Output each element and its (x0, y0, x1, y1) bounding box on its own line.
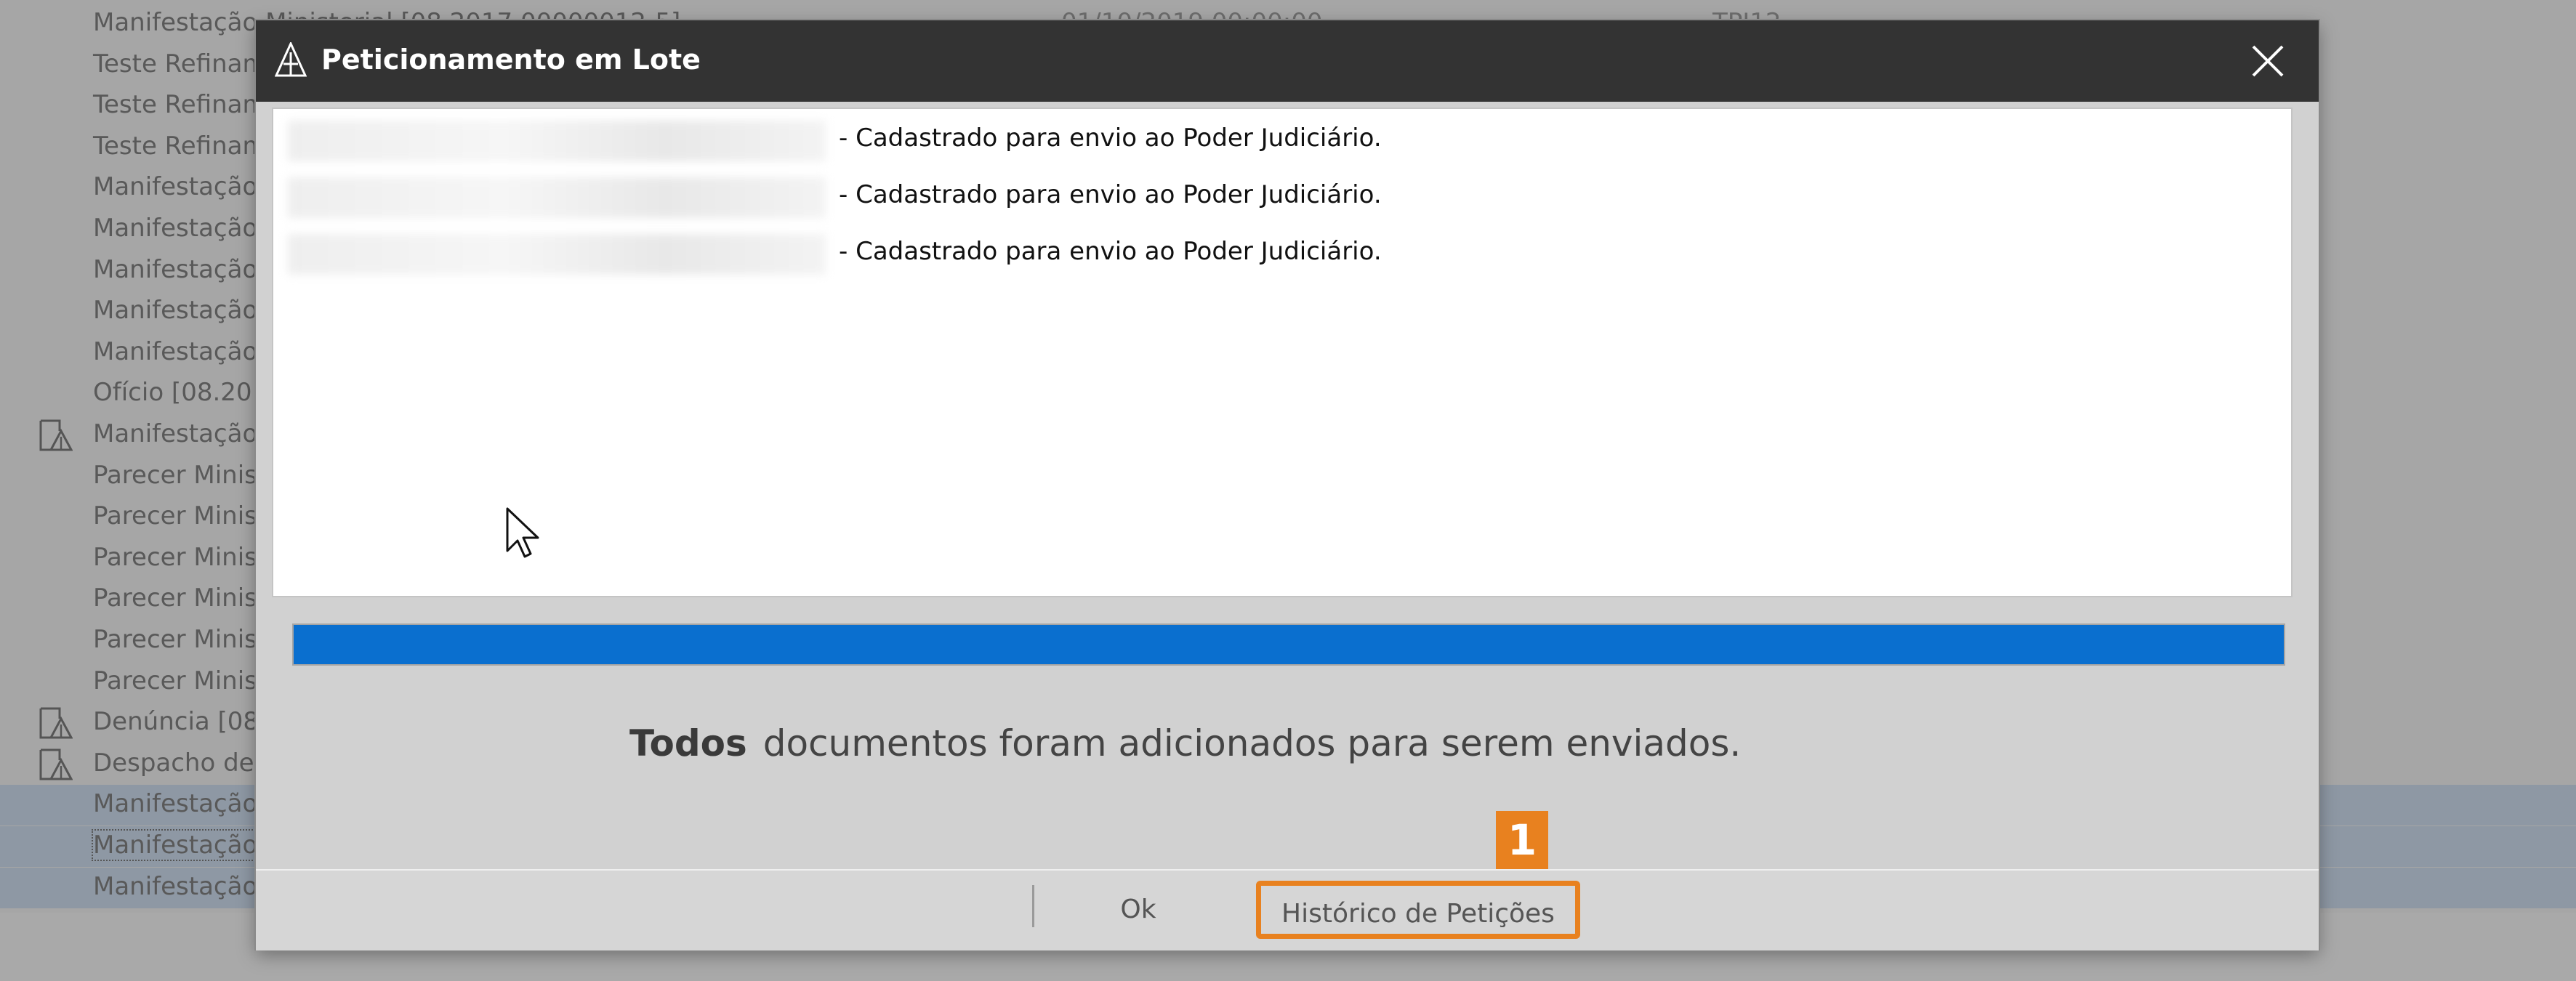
status-message-emphasis: Todos (629, 722, 747, 764)
background-list-row-text: Manifestação (93, 296, 258, 325)
log-line-text: - Cadastrado para envio ao Poder Judiciá… (839, 124, 1382, 153)
log-line: - Cadastrado para envio ao Poder Judiciá… (273, 228, 2291, 275)
background-list-row-text: Parecer Minis (93, 625, 257, 654)
background-list-row-text: Manifestação (91, 829, 259, 861)
mouse-pointer-icon (506, 507, 539, 558)
redacted-process-number (288, 177, 826, 218)
background-list-row-text: Despacho de (93, 748, 254, 778)
log-line: - Cadastrado para envio ao Poder Judiciá… (273, 171, 2291, 218)
background-list-row-text: Ofício [08.20 (93, 378, 252, 407)
progress-bar (292, 623, 2285, 666)
log-line-text: - Cadastrado para envio ao Poder Judiciá… (839, 180, 1382, 209)
dialog-button-bar: Ok Histórico de Petições (256, 869, 2319, 950)
dialog-titlebar: Peticionamento em Lote (256, 20, 2319, 102)
background-list-row-text: Denúncia [08 (93, 707, 259, 736)
status-message: Todos documentos foram adicionados para s… (629, 722, 1741, 764)
button-separator (1032, 885, 1034, 927)
log-line: - Cadastrado para envio ao Poder Judiciá… (273, 115, 2291, 161)
background-list-row-text: Parecer Minis (93, 501, 257, 530)
redacted-process-number (288, 234, 826, 275)
log-line-text: - Cadastrado para envio ao Poder Judiciá… (839, 237, 1382, 266)
status-message-text: documentos foram adicionados para serem … (762, 722, 1742, 764)
background-top-strip (0, 0, 2576, 10)
background-list-row-text: Parecer Minis (93, 666, 257, 695)
background-list-row-text: Manifestação (93, 872, 258, 901)
background-list-row-text: Manifestação (93, 172, 258, 201)
petition-history-button[interactable]: Histórico de Petições (1256, 881, 1580, 939)
step-number-badge: 1 (1496, 811, 1548, 869)
ok-button[interactable]: Ok (1090, 887, 1186, 933)
background-list-row-text: Manifestação (93, 214, 258, 243)
progress-bar-fill (294, 625, 2284, 664)
signed-document-icon (39, 748, 73, 780)
background-list-row-text: Parecer Minis (93, 543, 257, 572)
signed-document-icon (39, 419, 73, 451)
dialog-title: Peticionamento em Lote (321, 44, 701, 76)
redacted-process-number (288, 121, 826, 161)
background-list-row-text: Manifestação (93, 337, 258, 366)
background-list-row-text: Manifestação (93, 255, 258, 284)
background-list-row-text: Parecer Minis (93, 461, 257, 490)
close-icon (2252, 45, 2284, 77)
app-logo-icon (275, 42, 307, 77)
background-list-row-text: Manifestação (93, 419, 258, 448)
background-list-row-text: Manifestação (93, 789, 258, 818)
petition-history-label: Histórico de Petições (1281, 899, 1555, 929)
close-button[interactable] (2217, 20, 2319, 102)
submission-log-panel[interactable]: - Cadastrado para envio ao Poder Judiciá… (272, 108, 2293, 597)
batch-petition-dialog: Peticionamento em Lote - Cadastrado para… (256, 20, 2319, 950)
signed-document-icon (39, 707, 73, 739)
background-list-row-text: Parecer Minis (93, 584, 257, 613)
